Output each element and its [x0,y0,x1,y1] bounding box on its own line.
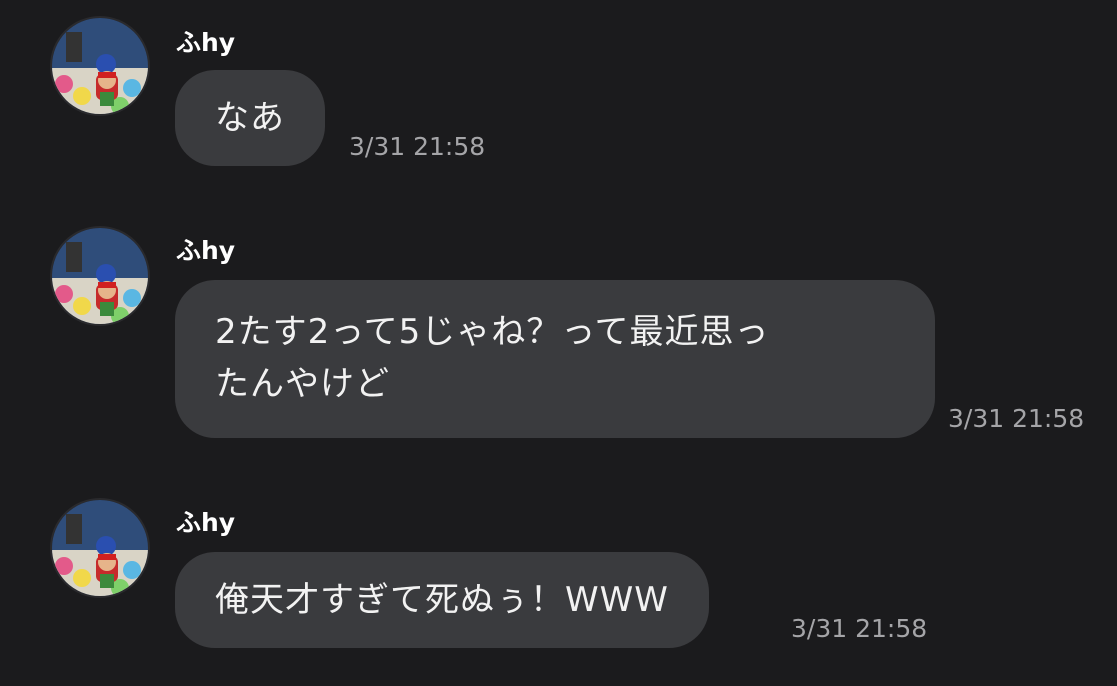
sender-name: ふhy [176,508,236,537]
message-text: 俺天才すぎて死ぬぅ！WWW [215,580,669,620]
message-timestamp: 3/31 21:58 [791,614,928,643]
message-bubble[interactable]: 俺天才すぎて死ぬぅ！WWW [175,552,709,648]
user-avatar-icon[interactable] [52,500,148,596]
chat-message: ふhy 俺天才すぎて死ぬぅ！WWW 3/31 21:58 [0,0,1117,686]
